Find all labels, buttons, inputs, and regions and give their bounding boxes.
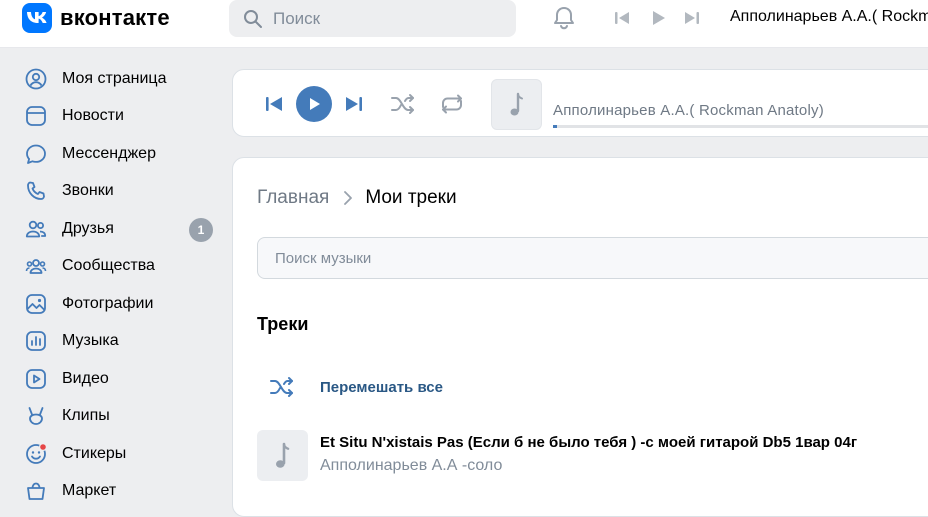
track-cover [491, 79, 542, 130]
search-icon [244, 9, 262, 28]
play-icon [310, 98, 320, 110]
shuffle-icon[interactable] [390, 92, 416, 116]
stickers-icon [26, 442, 47, 464]
notifications-bell-icon[interactable] [551, 5, 577, 31]
phone-icon [27, 181, 45, 201]
breadcrumb: Главная Мои треки [257, 187, 457, 209]
sidebar-item-music[interactable]: Музыка [0, 323, 232, 361]
video-icon [26, 368, 46, 389]
user-circle-icon [25, 68, 47, 90]
track-artist[interactable]: Апполинарьев А.А -соло [320, 457, 502, 475]
message-icon [26, 144, 46, 164]
chevron-right-icon [344, 191, 353, 205]
sidebar-item-my-page[interactable]: Моя страница [0, 60, 232, 98]
sidebar-item-clips[interactable]: Клипы [0, 398, 232, 436]
music-icon [26, 331, 46, 352]
header-next-track-icon[interactable] [682, 8, 702, 28]
sidebar-item-news[interactable]: Новости [0, 98, 232, 136]
clips-icon [28, 407, 44, 426]
sidebar-item-label: Музыка [62, 332, 119, 350]
breadcrumb-current: Мои треки [365, 187, 457, 208]
top-header: вконтакте Апполинарьев А.А.( Rockman Ana… [0, 0, 928, 48]
section-title: Треки [257, 314, 309, 334]
logo-text: вконтакте [60, 5, 170, 30]
sidebar-item-label: Сообщества [62, 257, 155, 275]
audio-player: Апполинарьев А.А.( Rockman Anatoly) [232, 69, 928, 137]
vk-logo[interactable]: вконтакте [22, 3, 170, 33]
track-row[interactable]: Et Situ N'xistais Pas (Если б не было те… [257, 430, 928, 482]
photo-icon [26, 293, 46, 314]
shuffle-all-label: Перемешать все [320, 378, 443, 396]
music-note-icon [510, 92, 523, 115]
left-sidebar: Моя страница Новости Мессенджер Звонки Д… [0, 60, 232, 510]
sidebar-item-video[interactable]: Видео [0, 360, 232, 398]
sidebar-item-label: Моя страница [62, 69, 167, 87]
header-play-icon[interactable] [648, 8, 668, 28]
player-progress-fill [553, 125, 557, 128]
sidebar-item-label: Видео [62, 369, 109, 387]
player-track-title[interactable]: Апполинарьев А.А.( Rockman Anatoly) [553, 102, 824, 119]
header-search-input[interactable] [271, 7, 501, 30]
sidebar-item-label: Звонки [62, 182, 114, 200]
sidebar-item-label: Стикеры [62, 444, 127, 462]
sidebar-item-communities[interactable]: Сообщества [0, 248, 232, 286]
sidebar-item-calls[interactable]: Звонки [0, 173, 232, 211]
prev-track-icon[interactable] [264, 94, 284, 114]
communities-icon [25, 259, 47, 275]
next-track-icon[interactable] [344, 94, 364, 114]
sidebar-item-friends[interactable]: Друзья 1 [0, 210, 232, 248]
header-prev-track-icon[interactable] [612, 8, 632, 28]
track-title[interactable]: Et Situ N'xistais Pas (Если б не было те… [320, 434, 857, 451]
repeat-icon[interactable] [438, 92, 466, 116]
player-progress-bar[interactable] [553, 125, 928, 128]
friends-count-badge: 1 [189, 218, 213, 242]
main-content: Главная Мои треки Треки Перемешать все E… [232, 157, 928, 517]
sidebar-item-messenger[interactable]: Мессенджер [0, 135, 232, 173]
friends-icon [25, 220, 47, 238]
sidebar-item-label: Новости [62, 107, 124, 125]
market-icon [27, 482, 45, 501]
music-search-input[interactable] [273, 248, 873, 268]
sidebar-item-stickers[interactable]: Стикеры [0, 435, 232, 473]
news-icon [26, 106, 46, 127]
sidebar-item-label: Мессенджер [62, 144, 156, 162]
breadcrumb-home[interactable]: Главная [257, 187, 329, 209]
sidebar-item-photos[interactable]: Фотографии [0, 285, 232, 323]
play-button[interactable] [296, 86, 332, 122]
sidebar-item-market[interactable]: Маркет [0, 473, 232, 511]
music-search[interactable] [257, 237, 928, 279]
sidebar-item-label: Маркет [62, 482, 117, 500]
track-cover[interactable] [257, 430, 308, 481]
header-search[interactable] [229, 0, 516, 37]
vk-logo-icon [22, 3, 52, 33]
shuffle-icon [270, 377, 293, 397]
header-now-playing[interactable]: Апполинарьев А.А.( Rockman Anatoly) [730, 8, 928, 26]
sidebar-item-label: Клипы [62, 407, 110, 425]
shuffle-all-button[interactable]: Перемешать все [257, 376, 443, 398]
music-note-icon [275, 442, 289, 468]
sidebar-item-label: Фотографии [62, 294, 154, 312]
sidebar-item-label: Друзья [62, 219, 114, 237]
